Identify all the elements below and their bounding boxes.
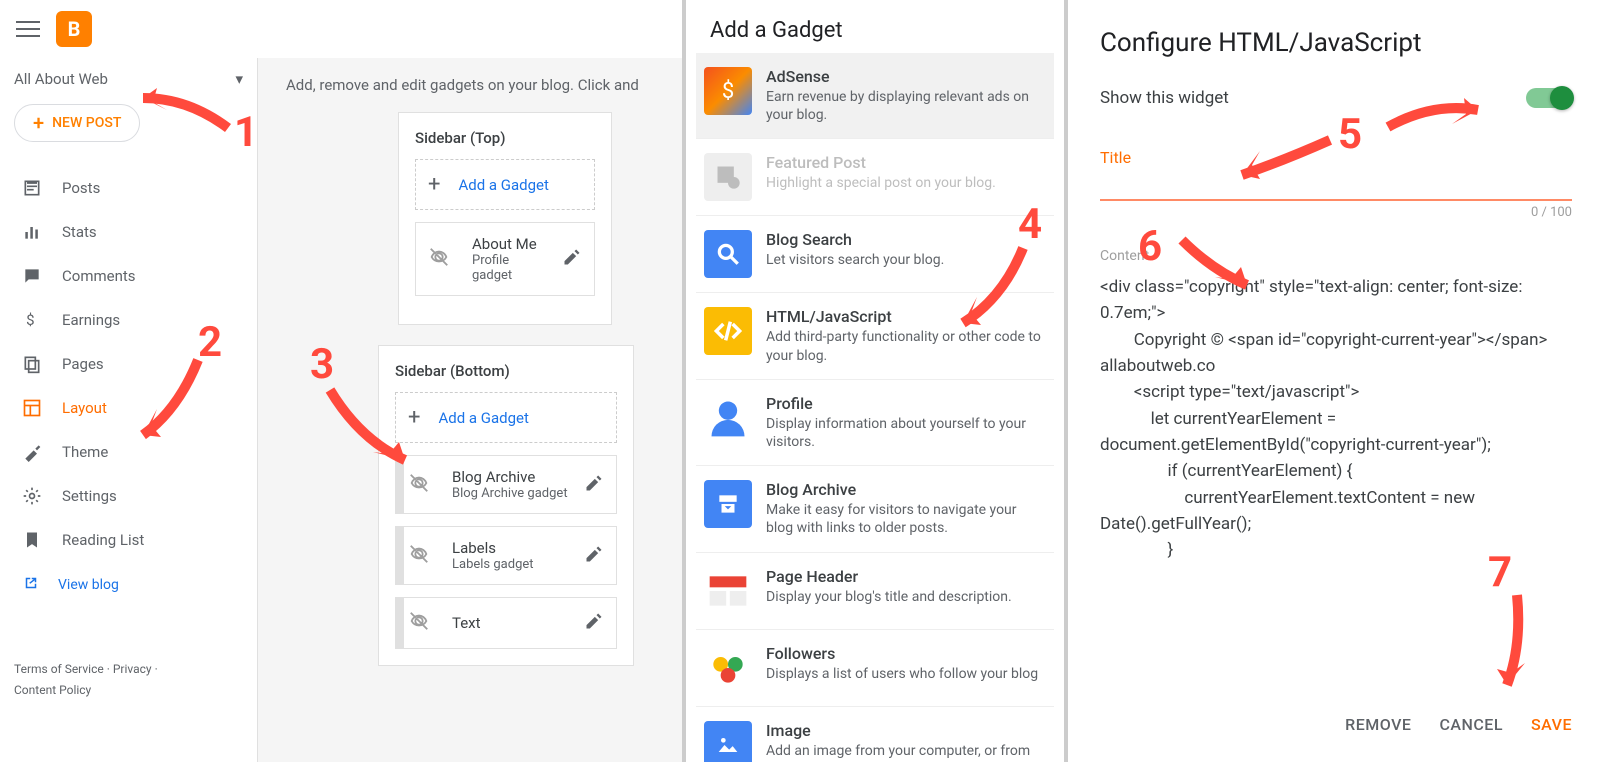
nav-posts[interactable]: Posts	[0, 166, 237, 210]
visibility-off-icon	[408, 610, 430, 636]
pencil-icon[interactable]	[584, 544, 604, 568]
content-textarea[interactable]: <div class="copyright" style="text-align…	[1100, 274, 1572, 564]
sidebar-top-panel: Sidebar (Top) + Add a Gadget About MePro…	[398, 112, 612, 325]
show-widget-label: Show this widget	[1100, 88, 1229, 108]
footer-links: Terms of Service · Privacy · Content Pol…	[14, 659, 158, 702]
gadget-blog-archive[interactable]: Blog ArchiveMake it easy for visitors to…	[696, 466, 1054, 552]
nav-comments[interactable]: Comments	[0, 254, 237, 298]
pages-icon	[22, 354, 42, 374]
configure-title: Configure HTML/JavaScript	[1100, 28, 1572, 58]
dialog-title: Add a Gadget	[686, 0, 1064, 53]
gadget-adsense[interactable]: $ AdSenseEarn revenue by displaying rele…	[696, 53, 1054, 139]
pencil-icon[interactable]	[584, 473, 604, 497]
left-sidebar: All About Web ▾ + NEW POST Posts Stats C…	[0, 58, 258, 762]
add-gadget-bottom[interactable]: + Add a Gadget	[395, 392, 617, 443]
posts-icon	[22, 178, 42, 198]
stats-icon	[22, 222, 42, 242]
layout-hint: Add, remove and edit gadgets on your blo…	[258, 58, 682, 112]
configure-panel: Configure HTML/JavaScript Show this widg…	[1072, 0, 1600, 762]
blog-name: All About Web	[14, 70, 108, 88]
theme-icon	[22, 442, 42, 462]
title-counter: 0 / 100	[1100, 205, 1572, 220]
widget-labels[interactable]: LabelsLabels gadget	[395, 526, 617, 585]
earnings-icon: $	[22, 310, 42, 330]
search-icon	[704, 230, 752, 278]
gadget-html-javascript[interactable]: HTML/JavaScriptAdd third-party functiona…	[696, 293, 1054, 379]
hamburger-icon[interactable]	[16, 16, 40, 42]
archive-icon	[704, 480, 752, 528]
layout-area: Add, remove and edit gadgets on your blo…	[258, 58, 682, 762]
gear-icon	[22, 486, 42, 506]
new-post-button[interactable]: + NEW POST	[14, 104, 140, 142]
bookmark-icon	[22, 530, 42, 550]
add-gadget-top[interactable]: + Add a Gadget	[415, 159, 595, 210]
sidebar-top-title: Sidebar (Top)	[415, 129, 595, 147]
gadget-page-header[interactable]: Page HeaderDisplay your blog's title and…	[696, 553, 1054, 630]
blogger-logo-icon[interactable]: B	[56, 11, 92, 47]
nav: Posts Stats Comments $Earnings Pages Lay…	[0, 156, 257, 608]
pencil-icon[interactable]	[562, 247, 582, 271]
nav-layout[interactable]: Layout	[0, 386, 237, 430]
topbar: B	[0, 0, 682, 58]
content-label: Content	[1100, 248, 1572, 264]
header-icon	[704, 567, 752, 615]
remove-button[interactable]: REMOVE	[1345, 715, 1411, 734]
visibility-off-icon	[408, 472, 430, 498]
sidebar-bottom-title: Sidebar (Bottom)	[395, 362, 617, 380]
blogger-main: B All About Web ▾ + NEW POST Posts Stats…	[0, 0, 682, 762]
title-field-label: Title	[1100, 148, 1572, 167]
gadget-profile[interactable]: ProfileDisplay information about yoursel…	[696, 380, 1054, 466]
gadget-blog-search[interactable]: Blog SearchLet visitors search your blog…	[696, 216, 1054, 293]
plus-icon: +	[33, 116, 44, 130]
widget-about-me[interactable]: About MeProfile gadget	[415, 222, 595, 296]
blog-selector[interactable]: All About Web ▾	[0, 62, 257, 90]
nav-pages[interactable]: Pages	[0, 342, 237, 386]
plus-icon: +	[428, 172, 440, 197]
add-gadget-dialog: Add a Gadget $ AdSenseEarn revenue by di…	[682, 0, 1068, 762]
featured-post-icon	[704, 153, 752, 201]
sidebar-bottom-panel: Sidebar (Bottom) + Add a Gadget Blog Arc…	[378, 345, 634, 666]
visibility-off-icon	[408, 543, 430, 569]
widget-blog-archive[interactable]: Blog ArchiveBlog Archive gadget	[395, 455, 617, 514]
gadget-image[interactable]: ImageAdd an image from your computer, or…	[696, 707, 1054, 762]
profile-icon	[704, 394, 752, 442]
terms-link[interactable]: Terms of Service	[14, 662, 104, 676]
followers-icon	[704, 644, 752, 692]
pencil-icon[interactable]	[584, 611, 604, 635]
nav-reading-list[interactable]: Reading List	[0, 518, 237, 562]
widget-text[interactable]: Text	[395, 597, 617, 649]
gadget-followers[interactable]: FollowersDisplays a list of users who fo…	[696, 630, 1054, 707]
layout-icon	[22, 398, 42, 418]
code-icon	[704, 307, 752, 355]
new-post-label: NEW POST	[52, 115, 121, 131]
content-policy-link[interactable]: Content Policy	[14, 683, 91, 697]
svg-text:$: $	[26, 311, 34, 329]
adsense-icon: $	[704, 67, 752, 115]
plus-icon: +	[408, 405, 420, 430]
view-blog-link[interactable]: View blog	[0, 562, 257, 608]
save-button[interactable]: SAVE	[1531, 715, 1572, 734]
nav-settings[interactable]: Settings	[0, 474, 237, 518]
cancel-button[interactable]: CANCEL	[1439, 715, 1503, 734]
nav-theme[interactable]: Theme	[0, 430, 237, 474]
title-input[interactable]	[1100, 171, 1572, 201]
nav-earnings[interactable]: $Earnings	[0, 298, 237, 342]
show-widget-toggle[interactable]	[1526, 88, 1572, 108]
open-icon	[22, 574, 40, 596]
chevron-down-icon: ▾	[235, 70, 243, 88]
comments-icon	[22, 266, 42, 286]
gadget-featured-post[interactable]: Featured PostHighlight a special post on…	[696, 139, 1054, 216]
nav-stats[interactable]: Stats	[0, 210, 237, 254]
visibility-off-icon	[428, 246, 450, 272]
privacy-link[interactable]: Privacy	[113, 662, 152, 676]
image-icon	[704, 721, 752, 762]
